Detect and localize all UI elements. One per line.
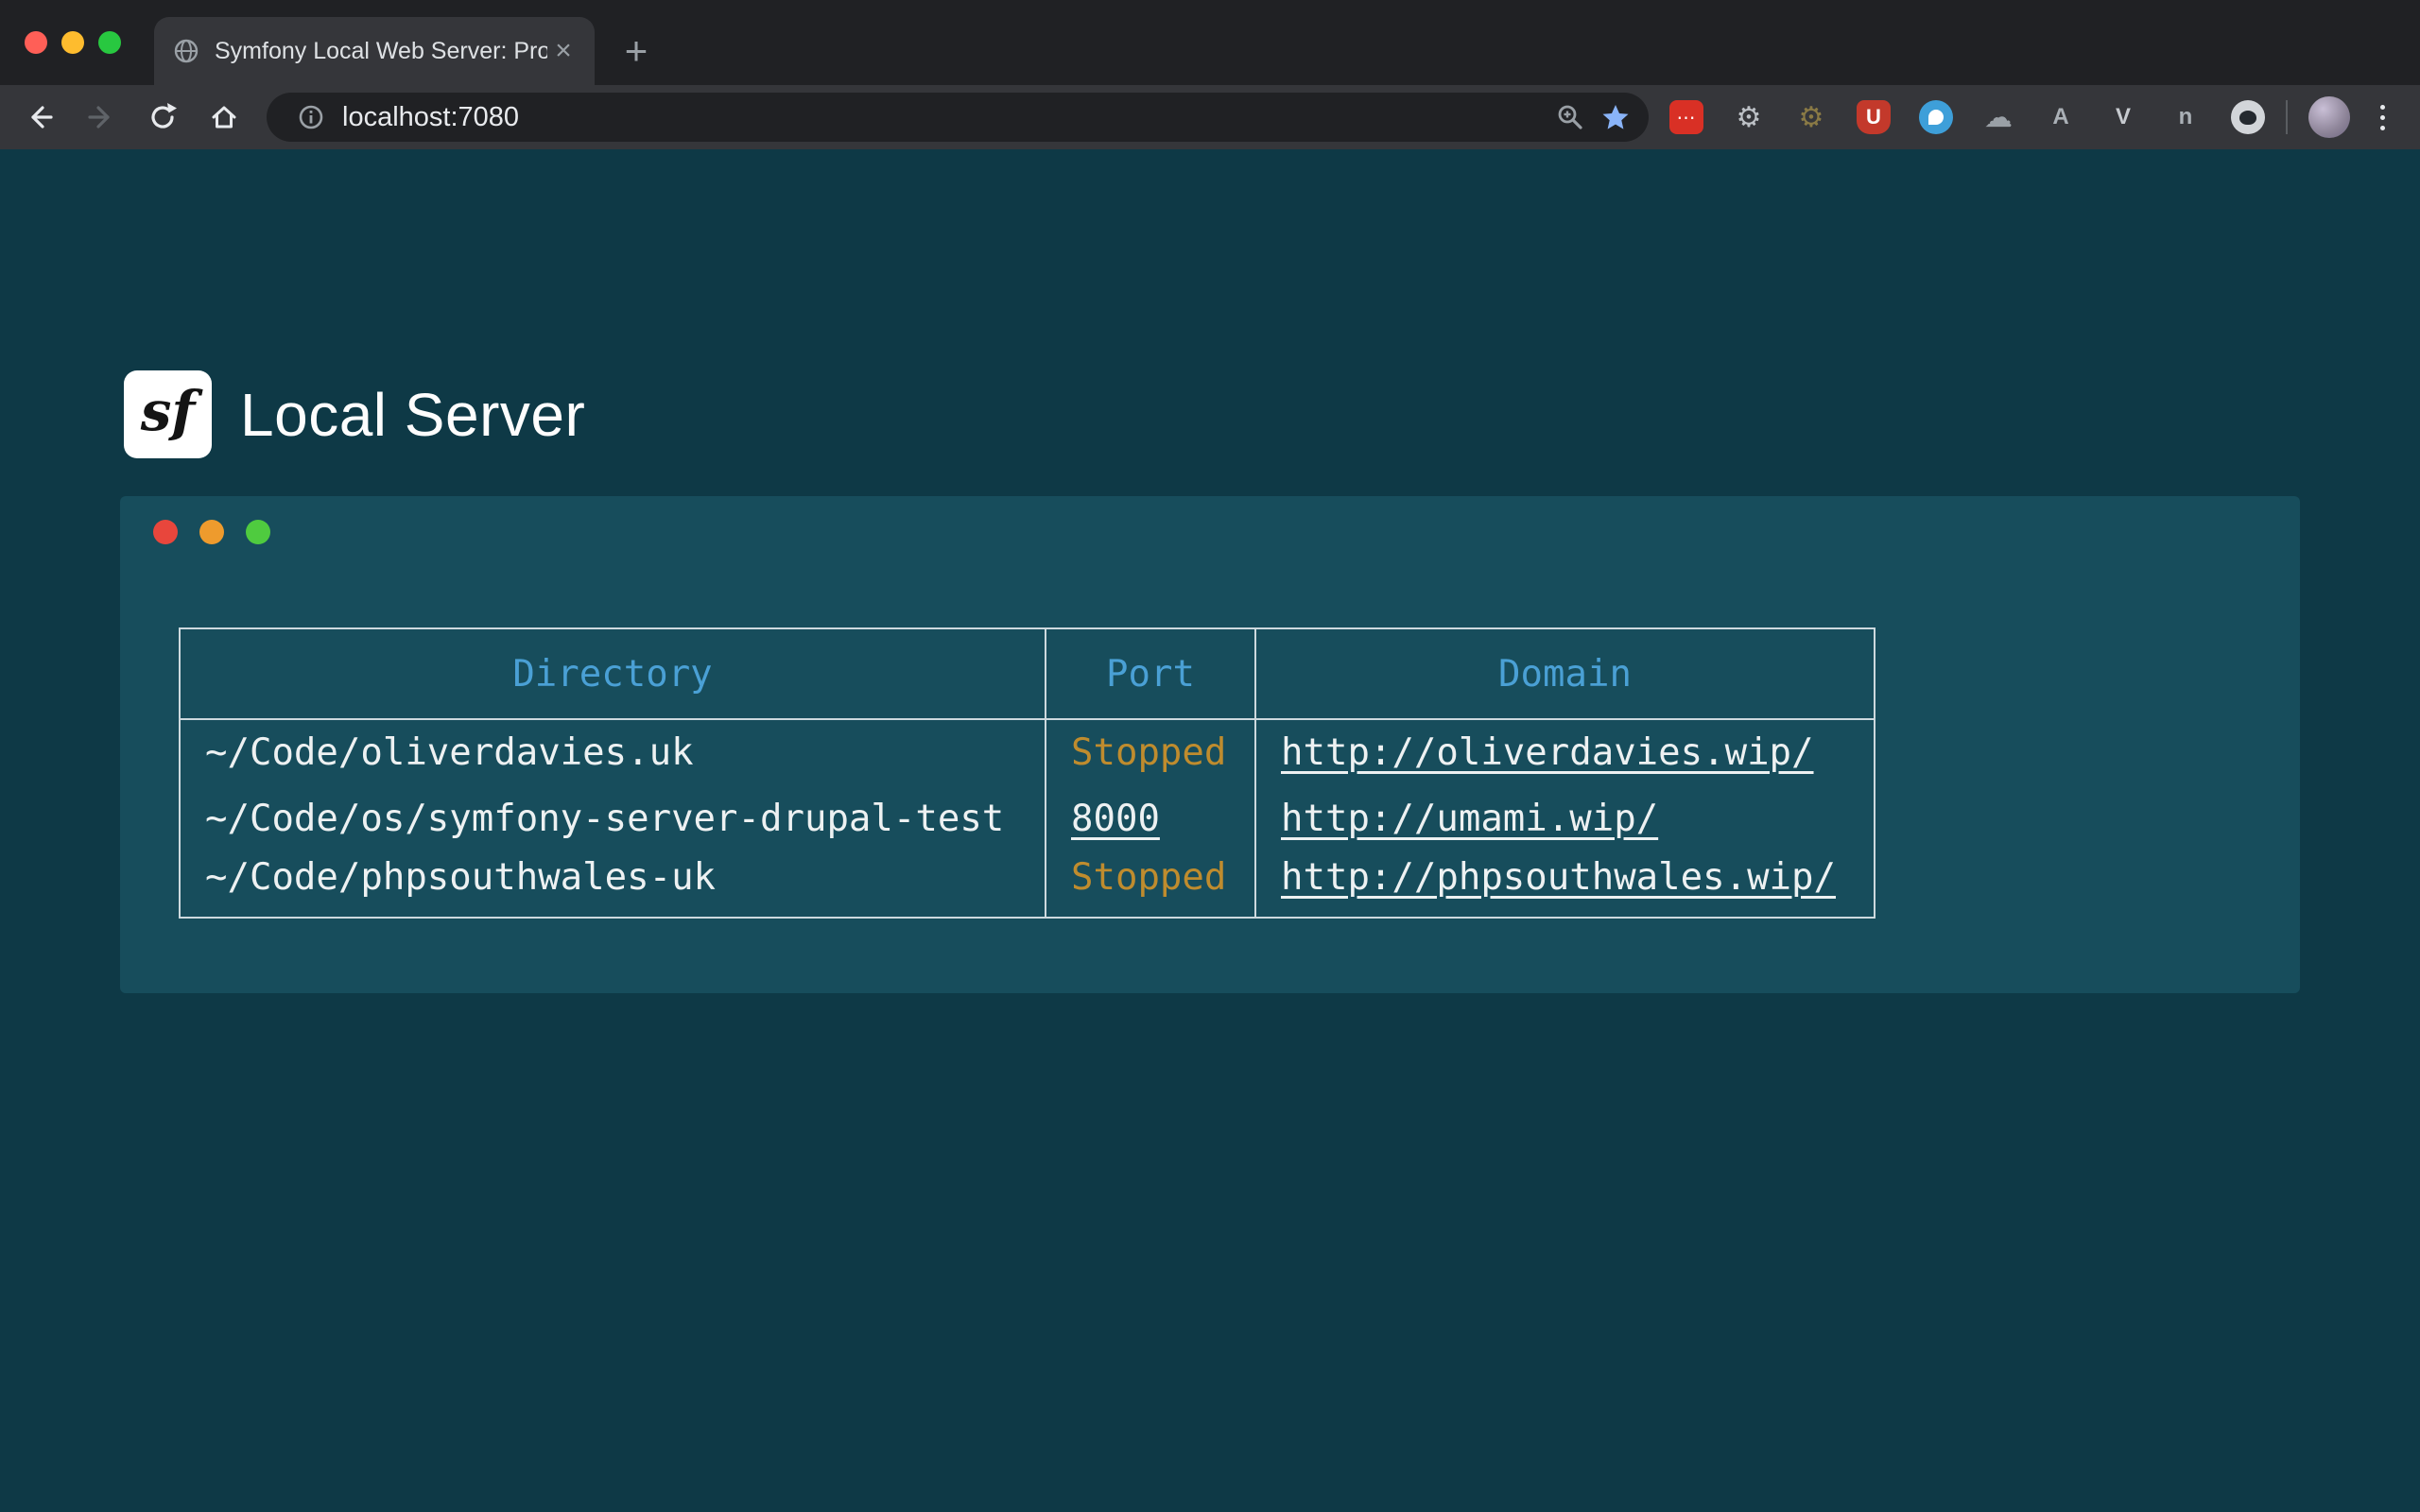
forward-icon[interactable]	[82, 98, 120, 136]
window-controls	[25, 31, 121, 54]
table-row: ~/Code/oliverdavies.uk Stopped http://ol…	[180, 719, 1875, 785]
browser-tab-active[interactable]: Symfony Local Web Server: Prox ×	[154, 17, 595, 85]
cloud-extension-icon[interactable]: ☁	[1981, 100, 2015, 134]
letter-n-extension-icon[interactable]: n	[2169, 100, 2203, 134]
octocat-shape	[2239, 111, 2256, 125]
browser-menu-icon[interactable]	[2363, 96, 2401, 138]
toolbar-separator	[2286, 100, 2288, 134]
directory-cell: ~/Code/os/symfony-server-drupal-test	[180, 785, 1046, 851]
window-minimize-button[interactable]	[61, 31, 84, 54]
domain-link[interactable]: http://phpsouthwales.wip/	[1281, 856, 1836, 899]
gear-extension-icon[interactable]: ⚙	[1732, 100, 1766, 134]
page-title: Local Server	[240, 380, 585, 450]
server-panel: Directory Port Domain ~/Code/oliverdavie…	[120, 496, 2300, 993]
github-extension-icon[interactable]	[2231, 100, 2265, 134]
column-header-domain: Domain	[1255, 628, 1875, 719]
letter-a-extension-icon[interactable]: A	[2044, 100, 2078, 134]
directory-cell: ~/Code/oliverdavies.uk	[180, 719, 1046, 785]
window-close-button[interactable]	[25, 31, 47, 54]
dark-gear-extension-icon[interactable]: ⚙	[1794, 100, 1828, 134]
port-status-cell: 8000	[1046, 785, 1255, 851]
panel-red-dot	[153, 520, 178, 544]
domain-cell: http://umami.wip/	[1255, 785, 1875, 851]
page-content: sf Local Server Directory Port Domain ~/…	[0, 149, 2420, 1512]
table-row: ~/Code/os/symfony-server-drupal-test 800…	[180, 785, 1875, 851]
zoom-icon[interactable]	[1554, 101, 1586, 133]
home-icon[interactable]	[205, 98, 243, 136]
window-zoom-button[interactable]	[98, 31, 121, 54]
domain-cell: http://oliverdavies.wip/	[1255, 719, 1875, 785]
column-header-port: Port	[1046, 628, 1255, 719]
page-info-icon[interactable]	[295, 101, 327, 133]
new-tab-button[interactable]: +	[610, 25, 663, 77]
port-status-cell: Stopped	[1046, 851, 1255, 918]
port-status-cell: Stopped	[1046, 719, 1255, 785]
browser-toolbar: localhost:7080 ⋯ ⚙ ⚙ U ☁ A V n	[0, 85, 2420, 149]
panel-green-dot	[246, 520, 270, 544]
url-text[interactable]: localhost:7080	[342, 102, 1541, 133]
reload-icon[interactable]	[144, 98, 182, 136]
directory-cell: ~/Code/phpsouthwales-uk	[180, 851, 1046, 918]
back-icon[interactable]	[21, 98, 59, 136]
column-header-directory: Directory	[180, 628, 1046, 719]
panel-orange-dot	[199, 520, 224, 544]
browser-tabstrip: Symfony Local Web Server: Prox × +	[0, 0, 2420, 85]
pinwheel-inner-shape	[1928, 110, 1944, 125]
pinwheel-extension-icon[interactable]	[1919, 100, 1953, 134]
tab-title: Symfony Local Web Server: Prox	[215, 38, 547, 65]
letter-v-extension-icon[interactable]: V	[2106, 100, 2140, 134]
bookmark-star-icon[interactable]	[1599, 101, 1632, 133]
tab-close-icon[interactable]: ×	[547, 35, 579, 67]
ublock-extension-icon[interactable]: U	[1857, 100, 1891, 134]
domain-cell: http://phpsouthwales.wip/	[1255, 851, 1875, 918]
tab-favicon-globe-icon	[173, 38, 199, 64]
brand-header: sf Local Server	[124, 370, 585, 458]
red-dots-extension-icon[interactable]: ⋯	[1669, 100, 1703, 134]
domain-link[interactable]: http://oliverdavies.wip/	[1281, 731, 1814, 774]
table-row: ~/Code/phpsouthwales-uk Stopped http://p…	[180, 851, 1875, 918]
servers-table: Directory Port Domain ~/Code/oliverdavie…	[179, 627, 1876, 919]
profile-avatar[interactable]	[2308, 96, 2350, 138]
port-link[interactable]: 8000	[1071, 798, 1160, 840]
symfony-logo: sf	[124, 370, 212, 458]
extensions-row: ⋯ ⚙ ⚙ U ☁ A V n	[1669, 100, 2265, 134]
panel-traffic-lights	[153, 520, 270, 544]
address-bar[interactable]: localhost:7080	[267, 93, 1649, 142]
table-header-row: Directory Port Domain	[180, 628, 1875, 719]
domain-link[interactable]: http://umami.wip/	[1281, 798, 1658, 840]
